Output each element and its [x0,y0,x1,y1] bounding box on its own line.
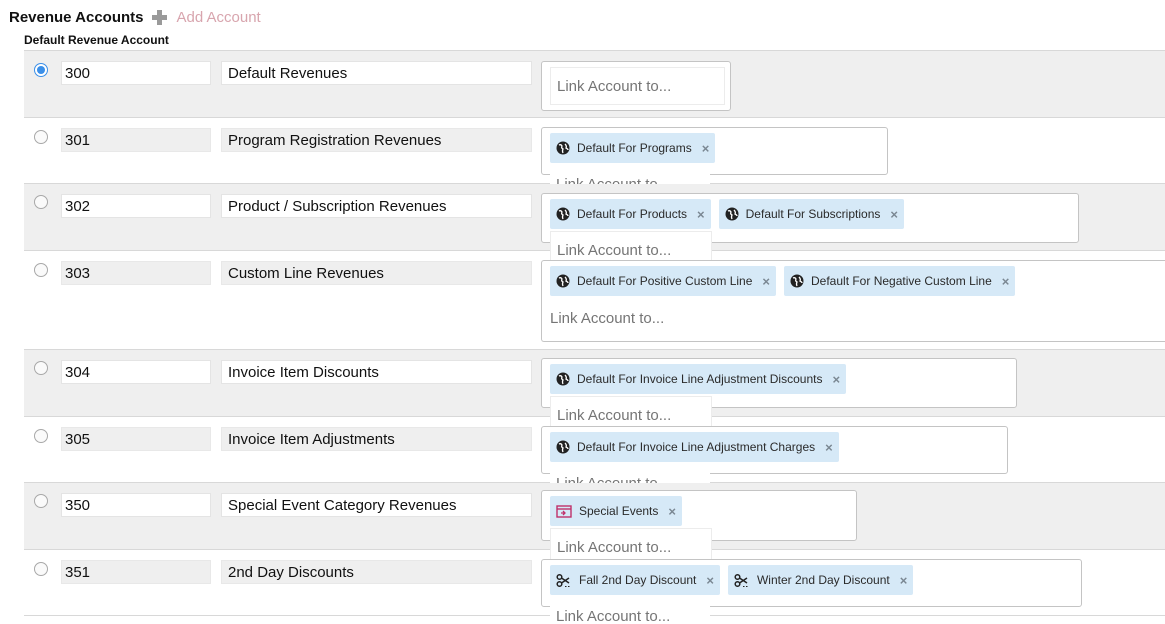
scissors-icon [556,573,571,587]
linked-tag: Winter 2nd Day Discount × [727,565,914,595]
remove-tag-icon[interactable]: × [890,207,898,222]
tag-label: Special Events [579,504,659,518]
account-number-field[interactable]: 302 [61,194,211,218]
header: Revenue Accounts Add Account [9,6,261,28]
account-name-field[interactable]: Custom Line Revenues [221,261,532,285]
remove-tag-icon[interactable]: × [825,440,833,455]
remove-tag-icon[interactable]: × [702,141,710,156]
remove-tag-icon[interactable]: × [832,372,840,387]
account-name-field[interactable]: Program Registration Revenues [221,128,532,152]
scissors-icon [734,573,749,587]
default-account-radio[interactable] [34,130,48,144]
tag-label: Default For Programs [577,141,692,155]
remove-tag-icon[interactable]: × [706,573,714,588]
account-row: 303 Custom Line Revenues Default For Pos… [24,251,1165,350]
default-account-radio[interactable] [34,562,48,576]
tag-label: Default For Negative Custom Line [811,274,992,289]
link-account-input[interactable] [546,299,746,338]
link-account-box[interactable]: Default For Positive Custom Line × Defau… [541,260,1165,342]
remove-tag-icon[interactable]: × [1002,274,1010,289]
linked-tag: Default For Programs × [550,133,716,163]
link-account-box[interactable]: Default For Invoice Line Adjustment Disc… [541,358,1017,434]
default-account-radio[interactable] [34,361,48,375]
linked-tag: Default For Invoice Line Adjustment Disc… [550,364,847,394]
linked-tag: Special Events × [550,496,682,526]
default-account-radio[interactable] [34,494,48,508]
account-name-field[interactable]: Product / Subscription Revenues [221,194,532,218]
link-account-box[interactable] [541,61,731,111]
account-row: 304 Invoice Item Discounts Default For I… [24,350,1165,434]
linked-tag: Fall 2nd Day Discount × [550,565,720,595]
account-name-field[interactable]: Invoice Item Discounts [221,360,532,384]
tag-label: Fall 2nd Day Discount [579,573,697,587]
tag-label: Default For Invoice Line Adjustment Disc… [577,372,823,386]
default-account-radio[interactable] [34,429,48,443]
default-account-radio[interactable] [34,263,48,277]
account-row: 350 Special Event Category Revenues Spec… [24,483,1165,566]
tag-label: Default For Products [577,207,688,221]
add-account-button[interactable]: Add Account [152,8,261,26]
link-account-box[interactable]: Default For Products × Default For Subsc… [541,193,1079,269]
default-account-radio[interactable] [34,195,48,209]
globe-icon [790,274,804,288]
link-account-input[interactable] [550,597,710,624]
account-list: 300 Default Revenues 301 Program Registr… [24,50,1165,624]
event-icon [556,505,572,518]
account-name-field[interactable]: Special Event Category Revenues [221,493,532,517]
globe-icon [556,141,570,155]
account-name-field[interactable]: Invoice Item Adjustments [221,427,532,451]
link-account-box[interactable]: Special Events × [541,490,857,566]
account-name-field[interactable]: Default Revenues [221,61,532,85]
account-row: 301 Program Registration Revenues Defaul… [24,118,1165,203]
account-number-field[interactable]: 304 [61,360,211,384]
account-number-field[interactable]: 303 [61,261,211,285]
linked-tag: Default For Negative Custom Line × [784,266,1016,297]
remove-tag-icon[interactable]: × [668,504,676,519]
default-account-radio[interactable] [34,63,48,77]
account-name-field[interactable]: 2nd Day Discounts [221,560,532,584]
link-account-input[interactable] [550,67,725,105]
tag-label: Winter 2nd Day Discount [756,573,890,587]
tag-label: Default For Invoice Line Adjustment Char… [577,440,816,454]
linked-tag: Default For Subscriptions × [718,199,904,229]
globe-icon [556,372,570,386]
account-row: 305 Invoice Item Adjustments Default For… [24,417,1165,502]
account-row: 300 Default Revenues [24,51,1165,118]
page-title: Revenue Accounts [9,8,144,26]
account-number-field[interactable]: 305 [61,427,211,451]
linked-tag: Default For Invoice Line Adjustment Char… [550,432,839,462]
account-number-field[interactable]: 301 [61,128,211,152]
remove-tag-icon[interactable]: × [762,274,770,289]
account-row: 302 Product / Subscription Revenues Defa… [24,184,1165,269]
linked-tag: Default For Products × [550,199,711,229]
plus-icon [152,9,168,25]
default-revenue-account-heading: Default Revenue Account [24,33,169,47]
account-row: 351 2nd Day Discounts Fall 2nd Day Disco… [24,550,1165,624]
add-account-label: Add Account [176,8,261,26]
globe-icon [556,274,570,288]
account-number-field[interactable]: 351 [61,560,211,584]
link-account-box[interactable]: Fall 2nd Day Discount × Winter 2nd Day D… [541,559,1082,624]
link-account-box[interactable]: Default For Invoice Line Adjustment Char… [541,426,1008,502]
tag-label: Default For Positive Custom Line [577,274,753,289]
account-number-field[interactable]: 350 [61,493,211,517]
tag-label: Default For Subscriptions [745,207,881,221]
globe-icon [556,440,570,454]
account-number-field[interactable]: 300 [61,61,211,85]
globe-icon [725,207,739,221]
linked-tag: Default For Positive Custom Line × [550,266,776,297]
remove-tag-icon[interactable]: × [900,573,908,588]
remove-tag-icon[interactable]: × [697,207,705,222]
link-account-box[interactable]: Default For Programs × [541,127,888,203]
globe-icon [556,207,570,221]
